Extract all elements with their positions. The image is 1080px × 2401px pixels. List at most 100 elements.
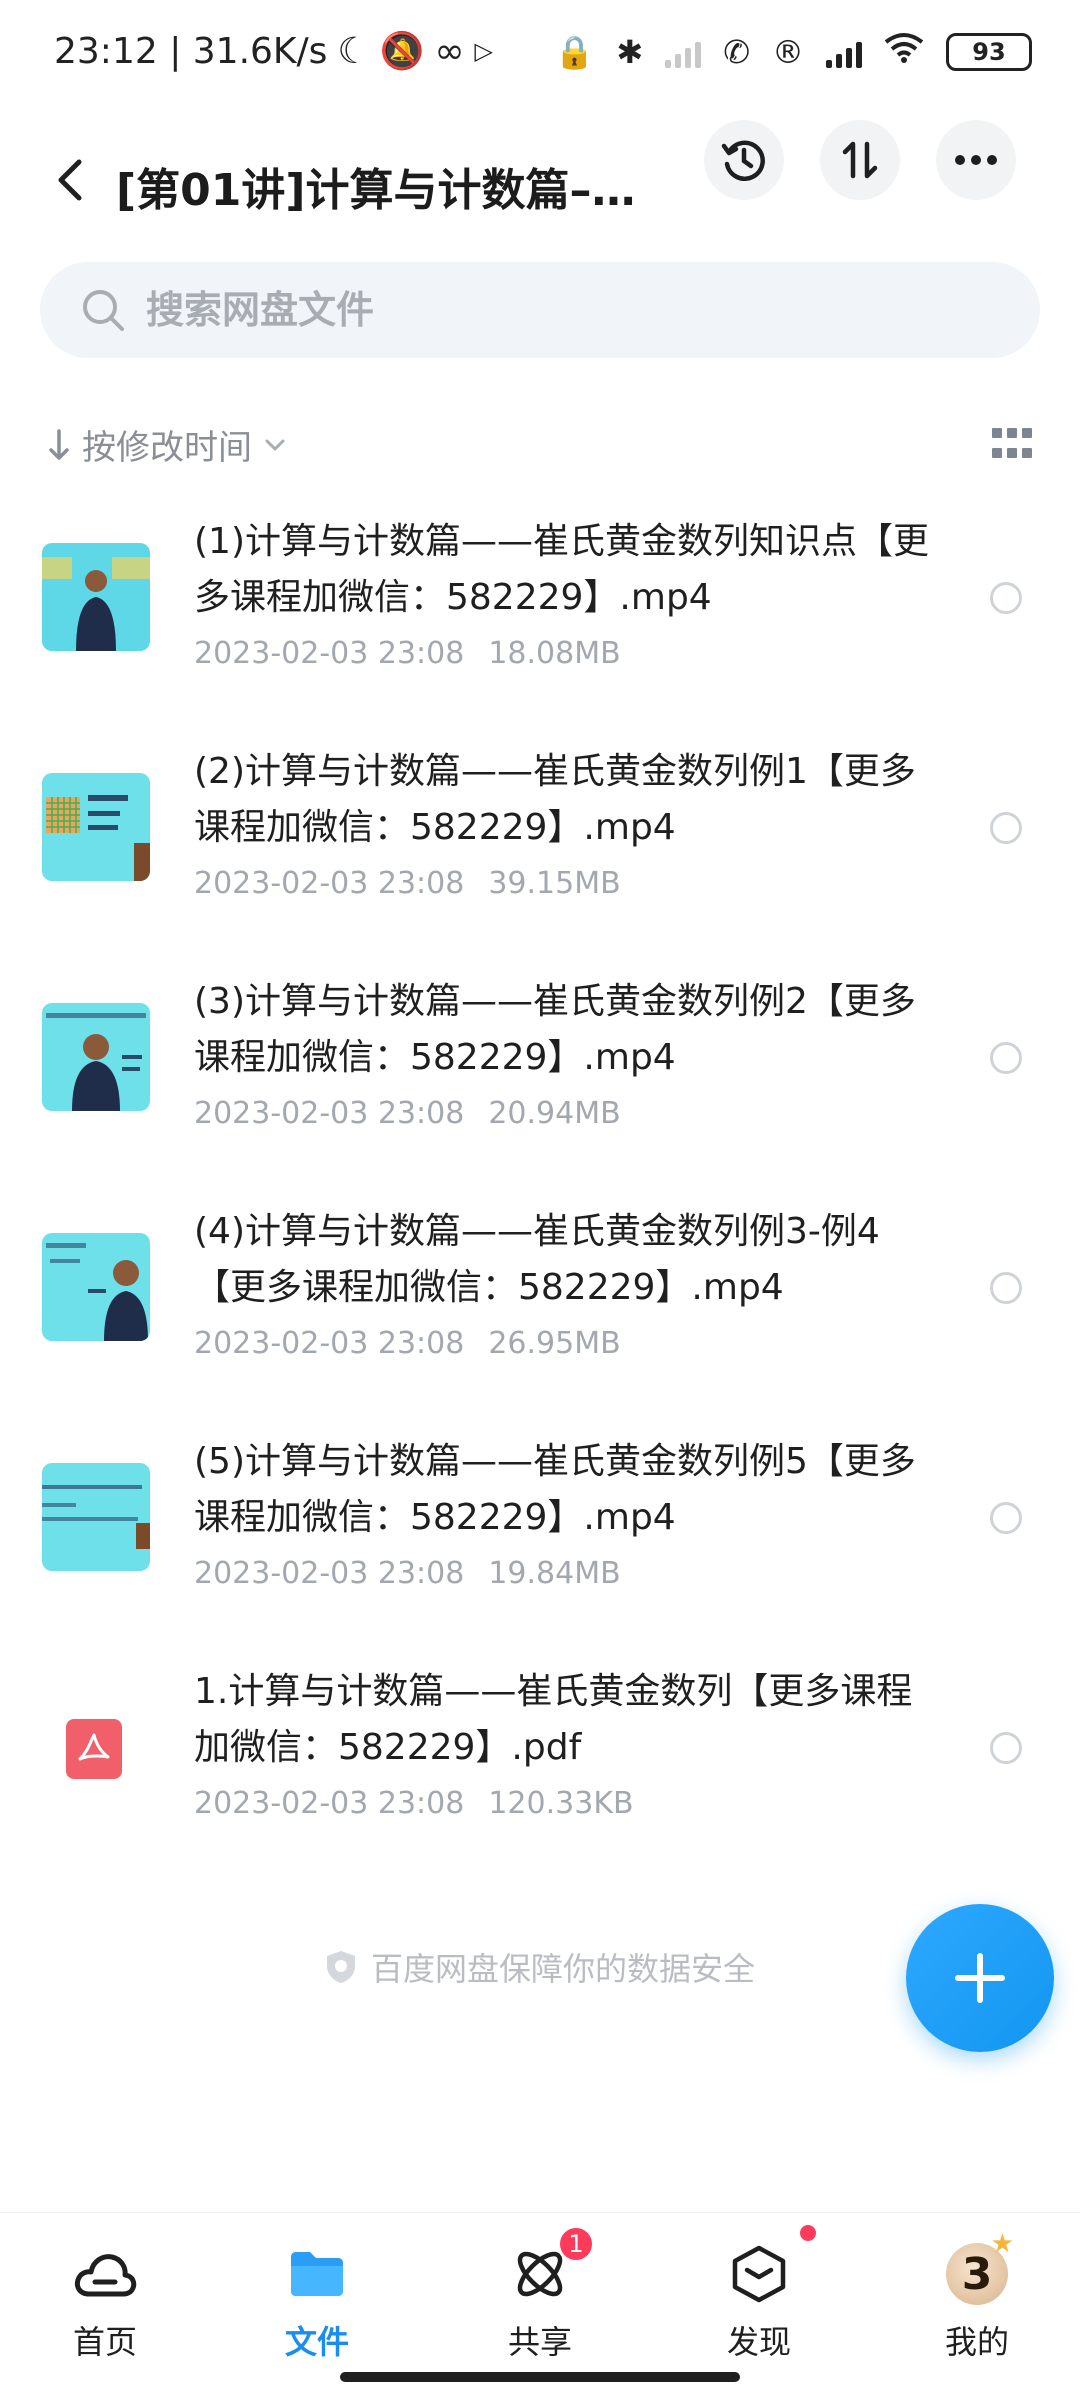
file-item[interactable]: 1.计算与计数篇——崔氏黄金数列【更多课程加微信：582229】.pdf 202…: [0, 1650, 1080, 1880]
nav-files[interactable]: 文件: [242, 2239, 392, 2363]
file-size: 20.94MB: [488, 1096, 621, 1131]
signal-sim1-icon: [665, 36, 702, 68]
folder-icon: [291, 2252, 343, 2296]
file-size: 39.15MB: [488, 866, 621, 901]
registered-icon: ®: [772, 33, 804, 71]
file-date: 2023-02-03 23:08: [194, 1326, 465, 1361]
file-item[interactable]: (1)计算与计数篇——崔氏黄金数列知识点【更多课程加微信：582229】.mp4…: [0, 500, 1080, 730]
status-right: 🔒 ✱ ✆ ® 93: [555, 32, 1032, 72]
moon-icon: ☾: [337, 30, 370, 72]
home-indicator[interactable]: [340, 2372, 740, 2382]
wifi-icon: [884, 32, 924, 72]
video-thumbnail: [42, 1463, 150, 1571]
avatar: 3 ★: [946, 2229, 1014, 2305]
file-size: 120.33KB: [488, 1786, 634, 1821]
plus-icon: [955, 1953, 1005, 2003]
cloud-icon: [74, 2254, 137, 2297]
sort-button[interactable]: 按修改时间: [48, 420, 286, 469]
select-checkbox[interactable]: [990, 1042, 1022, 1074]
file-meta: 2023-02-03 23:08 18.08MB: [194, 636, 621, 671]
status-time-speed: 23:12 | 31.6K/s: [54, 30, 328, 72]
transfer-button[interactable]: [820, 120, 900, 200]
video-thumbnail: [42, 1233, 150, 1341]
nav-share[interactable]: 1 共享: [465, 2225, 615, 2363]
cube-icon: [732, 2245, 786, 2303]
nav-files-label: 文件: [284, 2323, 349, 2361]
file-meta: 2023-02-03 23:08 120.33KB: [194, 1786, 634, 1821]
search-input[interactable]: [144, 287, 968, 333]
nav-home[interactable]: 首页: [30, 2239, 180, 2363]
file-name: (1)计算与计数篇——崔氏黄金数列知识点【更多课程加微信：582229】.mp4: [194, 521, 929, 618]
up-down-arrows-icon: [842, 141, 878, 179]
more-dots-icon: [955, 155, 997, 165]
file-date: 2023-02-03 23:08: [194, 1556, 465, 1591]
file-item[interactable]: (4)计算与计数篇——崔氏黄金数列例3-例4【更多课程加微信：582229】.m…: [0, 1190, 1080, 1420]
signal-sim2-icon: [826, 36, 862, 68]
nav-discover-label: 发现: [726, 2323, 791, 2361]
history-button[interactable]: [704, 120, 784, 200]
security-note-text: 百度网盘保障你的数据安全: [370, 1950, 755, 1988]
sort-row: 按修改时间: [0, 410, 1080, 480]
discover-dot: [800, 2225, 816, 2241]
pdf-file-icon: [66, 1719, 122, 1779]
file-size: 18.08MB: [488, 636, 621, 671]
select-checkbox[interactable]: [990, 812, 1022, 844]
battery-indicator: 93: [946, 33, 1032, 71]
history-icon: [721, 140, 765, 182]
grid-view-icon: [992, 428, 1002, 438]
file-item[interactable]: (3)计算与计数篇——崔氏黄金数列例2【更多课程加微信：582229】.mp4 …: [0, 960, 1080, 1190]
file-size: 26.95MB: [488, 1326, 621, 1361]
file-name: (4)计算与计数篇——崔氏黄金数列例3-例4【更多课程加微信：582229】.m…: [194, 1211, 880, 1308]
add-button[interactable]: [906, 1904, 1054, 2052]
bluetooth-icon: ✱: [616, 33, 644, 71]
file-size: 19.84MB: [488, 1556, 621, 1591]
back-arrow-icon: [58, 159, 82, 201]
file-meta: 2023-02-03 23:08 39.15MB: [194, 866, 621, 901]
nav-profile-label: 我的: [944, 2323, 1009, 2361]
video-thumbnail: [42, 1003, 150, 1111]
file-meta: 2023-02-03 23:08 26.95MB: [194, 1326, 621, 1361]
file-date: 2023-02-03 23:08: [194, 636, 465, 671]
sort-label: 按修改时间: [82, 428, 252, 468]
header: [第01讲]计算与计数篇–...: [0, 110, 1080, 260]
shield-icon: [326, 1951, 355, 1983]
share-badge: 1: [557, 2225, 595, 2263]
nav-discover[interactable]: 发现: [684, 2225, 834, 2363]
file-name: 1.计算与计数篇——崔氏黄金数列【更多课程加微信：582229】.pdf: [194, 1671, 913, 1768]
select-checkbox[interactable]: [990, 1272, 1022, 1304]
file-list: (1)计算与计数篇——崔氏黄金数列知识点【更多课程加微信：582229】.mp4…: [0, 500, 1080, 1880]
video-thumbnail: [42, 543, 150, 651]
file-date: 2023-02-03 23:08: [194, 866, 465, 901]
more-button[interactable]: [936, 120, 1016, 200]
back-button[interactable]: [40, 150, 100, 210]
page-title: [第01讲]计算与计数篇–...: [116, 165, 636, 216]
select-checkbox[interactable]: [990, 1502, 1022, 1534]
file-meta: 2023-02-03 23:08 19.84MB: [194, 1556, 621, 1591]
grid-view-toggle[interactable]: [992, 428, 1032, 464]
link-icon: ∞: [434, 30, 465, 72]
file-date: 2023-02-03 23:08: [194, 1786, 465, 1821]
nav-share-label: 共享: [507, 2323, 572, 2361]
status-left: 23:12 | 31.6K/s ☾ 🔕 ∞ ▷: [54, 30, 493, 73]
sort-arrow-down-icon: [49, 428, 69, 460]
nav-profile[interactable]: 3 ★ 我的: [902, 2229, 1052, 2363]
wifi-call-icon: ✆: [723, 33, 750, 71]
mute-bell-icon: 🔕: [379, 31, 425, 72]
chevron-down-icon: [265, 439, 285, 450]
file-item[interactable]: (2)计算与计数篇——崔氏黄金数列例1【更多课程加微信：582229】.mp4 …: [0, 730, 1080, 960]
avatar-text: 3: [961, 2248, 993, 2300]
play-icon: ▷: [474, 37, 493, 65]
file-name: (2)计算与计数篇——崔氏黄金数列例1【更多课程加微信：582229】.mp4: [194, 751, 916, 848]
nav-home-label: 首页: [72, 2323, 137, 2361]
file-name: (5)计算与计数篇——崔氏黄金数列例5【更多课程加微信：582229】.mp4: [194, 1441, 916, 1538]
status-bar: 23:12 | 31.6K/s ☾ 🔕 ∞ ▷ 🔒 ✱ ✆ ® 93: [0, 0, 1080, 110]
select-checkbox[interactable]: [990, 1732, 1022, 1764]
select-checkbox[interactable]: [990, 582, 1022, 614]
star-icon: ★: [990, 2229, 1014, 2259]
file-name: (3)计算与计数篇——崔氏黄金数列例2【更多课程加微信：582229】.mp4: [194, 981, 916, 1078]
file-item[interactable]: (5)计算与计数篇——崔氏黄金数列例5【更多课程加微信：582229】.mp4 …: [0, 1420, 1080, 1650]
search-box[interactable]: [40, 262, 1040, 358]
file-meta: 2023-02-03 23:08 20.94MB: [194, 1096, 621, 1131]
video-thumbnail: [42, 773, 150, 881]
lock-icon: 🔒: [554, 33, 595, 71]
